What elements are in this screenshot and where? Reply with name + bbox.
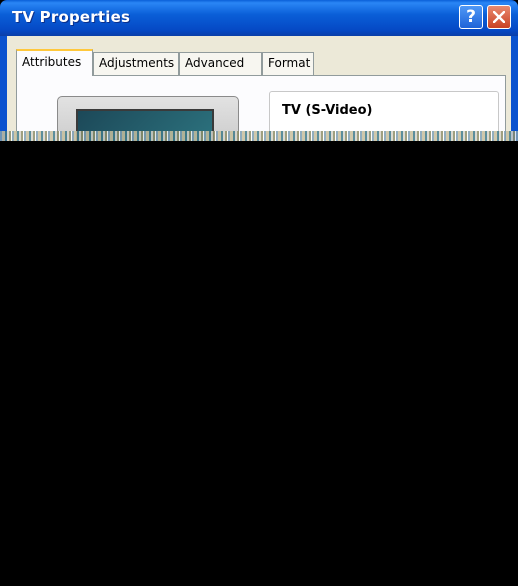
blacked-out-region <box>0 141 518 586</box>
window-title: TV Properties <box>12 8 131 26</box>
close-button[interactable] <box>487 5 511 29</box>
help-button[interactable]: ? <box>459 5 483 29</box>
tab-format[interactable]: Format <box>262 52 314 75</box>
tab-adjustments[interactable]: Adjustments <box>93 52 179 75</box>
tv-properties-dialog: TV Properties ? Attributes Adjustments A… <box>0 0 518 586</box>
close-x-icon <box>493 11 505 23</box>
device-name: TV (S-Video) <box>282 103 373 118</box>
image-noise-band <box>0 131 518 141</box>
tab-advanced[interactable]: Advanced <box>179 52 262 75</box>
title-bar[interactable]: TV Properties ? <box>0 0 518 36</box>
tab-attributes[interactable]: Attributes <box>16 49 93 76</box>
